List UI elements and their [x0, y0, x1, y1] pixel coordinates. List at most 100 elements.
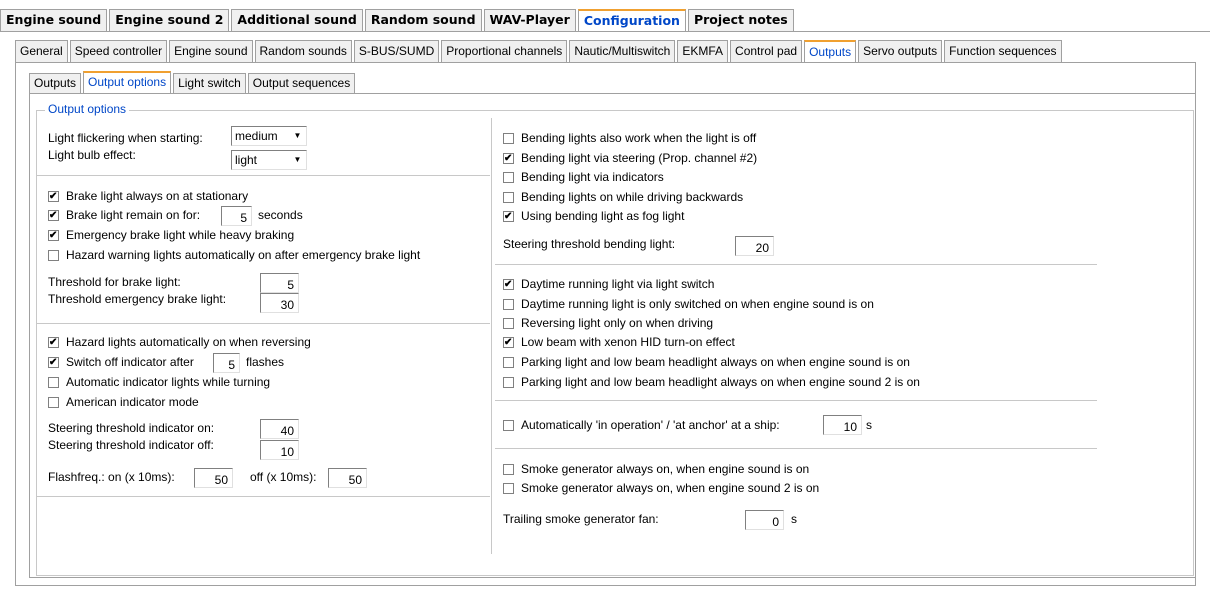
tab-ekmfa[interactable]: EKMFA: [677, 40, 729, 62]
checkbox-icon: [48, 190, 59, 202]
smoke-engine-checkbox[interactable]: Smoke generator always on, when engine s…: [503, 462, 809, 476]
parking-engine2-checkbox[interactable]: Parking light and low beam headlight alw…: [503, 375, 920, 389]
bulb-label: Light bulb effect:: [48, 148, 136, 162]
steer-bend-input[interactable]: 20: [735, 236, 774, 256]
tab-additional-sound[interactable]: Additional sound: [231, 9, 363, 31]
tab-control-pad[interactable]: Control pad: [730, 40, 803, 62]
tab-sbus-sumd[interactable]: S-BUS/SUMD: [353, 40, 440, 62]
american-indicator-checkbox[interactable]: American indicator mode: [48, 395, 199, 409]
tab-general[interactable]: General: [15, 40, 68, 62]
tab-project-notes[interactable]: Project notes: [687, 9, 794, 31]
checkbox-icon: [503, 317, 514, 329]
brake-remain-input[interactable]: 5: [221, 206, 252, 226]
threshold-brake-input[interactable]: 5: [260, 273, 299, 293]
threshold-brake-label: Threshold for brake light:: [48, 275, 181, 289]
checkbox-icon: [503, 336, 514, 348]
tab-configuration[interactable]: Configuration: [577, 9, 686, 31]
checkbox-icon: [48, 356, 59, 368]
left-separator-2: [36, 323, 490, 324]
steer-off-input[interactable]: 10: [260, 440, 299, 460]
bend-indicators-checkbox[interactable]: Bending light via indicators: [503, 170, 664, 184]
left-separator-1: [36, 175, 490, 176]
checkbox-label: Daytime running light is only switched o…: [521, 297, 874, 311]
parking-engine-checkbox[interactable]: Parking light and low beam headlight alw…: [503, 355, 910, 369]
tab-engine-sound-2[interactable]: Engine sound 2: [109, 9, 230, 31]
checkbox-icon: [503, 191, 514, 203]
checkbox-label: Switch off indicator after: [66, 355, 194, 369]
group-title: Output options: [45, 102, 130, 116]
auto-operation-unit: s: [866, 418, 872, 432]
checkbox-label: Daytime running light via light switch: [521, 277, 715, 291]
steer-on-input[interactable]: 40: [260, 419, 299, 439]
right-separator-1: [495, 264, 1097, 265]
column-divider: [491, 118, 492, 554]
tab-random-sounds[interactable]: Random sounds: [254, 40, 352, 62]
flicker-value: medium: [235, 129, 278, 143]
auto-operation-input[interactable]: 10: [823, 415, 862, 435]
tab-function-sequences[interactable]: Function sequences: [944, 40, 1062, 62]
tab-outputs[interactable]: Outputs: [804, 40, 857, 62]
reverse-driving-checkbox[interactable]: Reversing light only on when driving: [503, 316, 713, 330]
checkbox-label: Using bending light as fog light: [521, 209, 685, 223]
flash-off-label: off (x 10ms):: [250, 470, 317, 484]
checkbox-icon: [503, 171, 514, 183]
checkbox-icon: [503, 482, 514, 494]
emergency-brake-checkbox[interactable]: Emergency brake light while heavy brakin…: [48, 228, 294, 242]
bend-steering-checkbox[interactable]: Bending light via steering (Prop. channe…: [503, 151, 757, 165]
checkbox-label: American indicator mode: [66, 395, 199, 409]
tab-outputs-sub[interactable]: Outputs: [29, 73, 82, 93]
checkbox-icon: [503, 152, 514, 164]
tab-speed-controller[interactable]: Speed controller: [69, 40, 168, 62]
flicker-dropdown[interactable]: medium ▼: [231, 126, 307, 146]
brake-always-checkbox[interactable]: Brake light always on at stationary: [48, 189, 248, 203]
bend-backwards-checkbox[interactable]: Bending lights on while driving backward…: [503, 190, 743, 204]
bend-fog-checkbox[interactable]: Using bending light as fog light: [503, 209, 684, 223]
trailing-input[interactable]: 0: [745, 510, 784, 530]
auto-indicator-checkbox[interactable]: Automatic indicator lights while turning: [48, 375, 270, 389]
checkbox-label: Bending lights on while driving backward…: [521, 190, 744, 204]
hazard-after-emergency-checkbox[interactable]: Hazard warning lights automatically on a…: [48, 248, 420, 262]
checkbox-label: Smoke generator always on, when engine s…: [521, 481, 820, 495]
flicker-label: Light flickering when starting:: [48, 131, 203, 145]
flash-on-input[interactable]: 50: [194, 468, 233, 488]
tab-output-sequences[interactable]: Output sequences: [247, 73, 356, 93]
tab-random-sound[interactable]: Random sound: [364, 9, 482, 31]
hazard-reversing-checkbox[interactable]: Hazard lights automatically on when reve…: [48, 335, 311, 349]
checkbox-label: Reversing light only on when driving: [521, 316, 714, 330]
bend-off-checkbox[interactable]: Bending lights also work when the light …: [503, 131, 756, 145]
switch-off-flashes-input[interactable]: 5: [213, 353, 240, 373]
drl-engine-checkbox[interactable]: Daytime running light is only switched o…: [503, 297, 874, 311]
smoke-engine2-checkbox[interactable]: Smoke generator always on, when engine s…: [503, 481, 819, 495]
checkbox-label: Smoke generator always on, when engine s…: [521, 462, 810, 476]
flash-off-input[interactable]: 50: [328, 468, 367, 488]
drl-switch-checkbox[interactable]: Daytime running light via light switch: [503, 277, 714, 291]
tab-proportional-channels[interactable]: Proportional channels: [441, 40, 568, 62]
tab-engine-sound[interactable]: Engine sound: [0, 9, 108, 31]
tab-light-switch[interactable]: Light switch: [173, 73, 246, 93]
main-tab-divider: [0, 31, 1210, 32]
checkbox-label: Hazard lights automatically on when reve…: [66, 335, 311, 349]
tab-nautic-multiswitch[interactable]: Nautic/Multiswitch: [569, 40, 676, 62]
checkbox-label: Brake light remain on for:: [66, 208, 201, 222]
checkbox-label: Parking light and low beam headlight alw…: [521, 375, 920, 389]
xenon-checkbox[interactable]: Low beam with xenon HID turn-on effect: [503, 335, 735, 349]
bulb-dropdown[interactable]: light ▼: [231, 150, 307, 170]
checkbox-icon: [48, 229, 59, 241]
config-tab-bar: General Speed controller Engine sound Ra…: [15, 40, 1064, 62]
auto-operation-checkbox[interactable]: Automatically 'in operation' / 'at ancho…: [503, 418, 780, 432]
checkbox-icon: [503, 132, 514, 144]
checkbox-icon: [48, 376, 59, 388]
checkbox-icon: [503, 278, 514, 290]
brake-remain-checkbox[interactable]: Brake light remain on for:: [48, 208, 200, 222]
tab-engine-sound-config[interactable]: Engine sound: [169, 40, 253, 62]
checkbox-icon: [48, 396, 59, 408]
tab-output-options[interactable]: Output options: [83, 71, 172, 93]
tab-wav-player[interactable]: WAV-Player: [483, 9, 576, 31]
tab-servo-outputs[interactable]: Servo outputs: [858, 40, 943, 62]
checkbox-icon: [503, 210, 514, 222]
threshold-emergency-input[interactable]: 30: [260, 293, 299, 313]
switch-off-indicator-checkbox[interactable]: Switch off indicator after: [48, 355, 194, 369]
checkbox-label: Emergency brake light while heavy brakin…: [66, 228, 295, 242]
left-separator-3: [36, 496, 490, 497]
checkbox-icon: [503, 376, 514, 388]
